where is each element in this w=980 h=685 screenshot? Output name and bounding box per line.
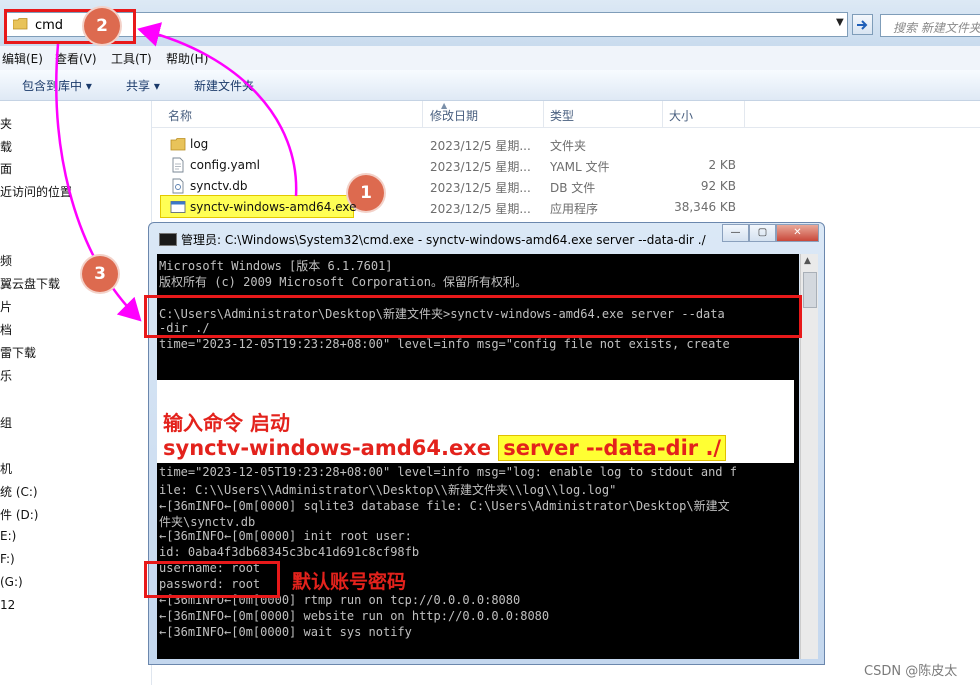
file-name: synctv-windows-amd64.exe xyxy=(190,200,357,214)
step-badge-3: 3 xyxy=(82,256,118,292)
watermark: CSDN @陈皮太 xyxy=(864,664,958,679)
step-badge-2: 2 xyxy=(84,8,120,44)
arrow-exe-to-address xyxy=(137,22,298,197)
annotation-arrows xyxy=(55,22,298,322)
